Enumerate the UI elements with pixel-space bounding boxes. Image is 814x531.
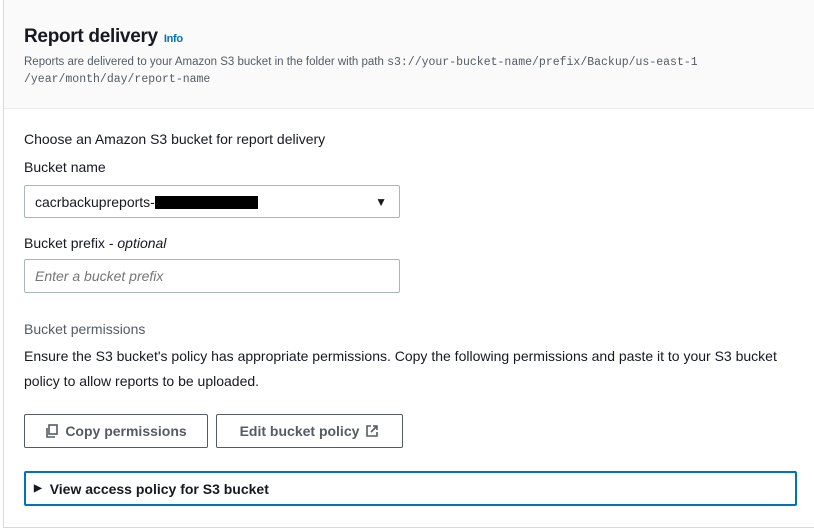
header-description: Reports are delivered to your Amazon S3 …	[24, 54, 784, 88]
description-text: Reports are delivered to your Amazon S3 …	[24, 56, 388, 68]
report-delivery-panel: Report delivery Info Reports are delivere…	[3, 0, 814, 528]
bucket-name-value: cacrbackupreports-	[35, 194, 155, 210]
expander-label: View access policy for S3 bucket	[49, 480, 269, 497]
info-link[interactable]: Info	[164, 33, 183, 45]
prefix-label-text: Bucket prefix -	[24, 235, 118, 251]
edit-label: Edit bucket policy	[239, 423, 360, 439]
copy-permissions-button[interactable]: Copy permissions	[24, 414, 208, 448]
bucket-prefix-input[interactable]	[24, 259, 400, 293]
panel-header: Report delivery Info Reports are delivere…	[4, 0, 814, 109]
page-title: Report delivery Info	[24, 26, 183, 48]
redacted-block	[154, 196, 258, 209]
copy-label: Copy permissions	[65, 423, 187, 439]
copy-icon	[46, 424, 59, 438]
caret-right-icon: ▶	[34, 483, 42, 494]
permissions-description: Ensure the S3 bucket's policy has approp…	[24, 348, 777, 389]
bucket-prefix-label: Bucket prefix - optional	[24, 235, 166, 251]
caret-down-icon: ▼	[375, 195, 387, 209]
optional-text: optional	[117, 235, 167, 251]
bucket-name-select[interactable]: cacrbackupreports- ▼	[24, 185, 400, 218]
edit-bucket-policy-button[interactable]: Edit bucket policy	[216, 414, 403, 448]
bucket-name-label: Bucket name	[24, 159, 106, 175]
bucket-permissions-label: Bucket permissions	[24, 321, 146, 337]
choose-bucket-label: Choose an Amazon S3 bucket for report de…	[24, 131, 326, 147]
title-text: Report delivery	[24, 26, 158, 47]
external-link-icon	[366, 425, 379, 437]
view-access-policy-expander[interactable]: ▶ View access policy for S3 bucket	[24, 471, 797, 506]
